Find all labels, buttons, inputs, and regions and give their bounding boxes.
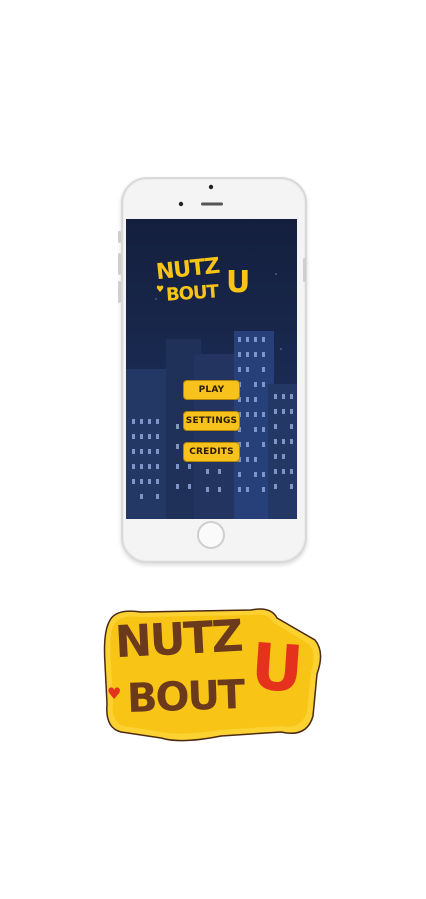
game-logo-large: NUTZ BOUT U ♥ xyxy=(101,604,326,746)
heart-icon: ♥ xyxy=(156,285,165,295)
logo-text-bout: BOUT xyxy=(165,281,219,306)
play-button[interactable]: PLAY xyxy=(183,380,240,400)
credits-button[interactable]: CREDITS xyxy=(183,442,240,462)
front-camera-icon xyxy=(208,184,214,190)
logo-large-nutz: NUTZ xyxy=(113,610,243,669)
logo-text-u: U xyxy=(226,265,251,300)
volume-up-button xyxy=(118,253,121,275)
game-logo-small: NUTZ BOUT U ♥ xyxy=(154,253,274,315)
speaker-camera xyxy=(178,201,223,207)
home-button[interactable] xyxy=(197,521,225,549)
logo-large-bout: BOUT xyxy=(126,671,245,723)
logo-large-u: U xyxy=(248,630,306,708)
game-screen: NUTZ BOUT U ♥ PLAY SETTINGS CREDITS xyxy=(126,219,297,519)
logo-text-nutz: NUTZ xyxy=(154,253,221,286)
heart-icon-large: ♥ xyxy=(107,684,122,703)
mute-switch xyxy=(118,231,121,243)
power-button xyxy=(303,258,306,282)
volume-down-button xyxy=(118,281,121,303)
settings-button[interactable]: SETTINGS xyxy=(183,411,240,431)
